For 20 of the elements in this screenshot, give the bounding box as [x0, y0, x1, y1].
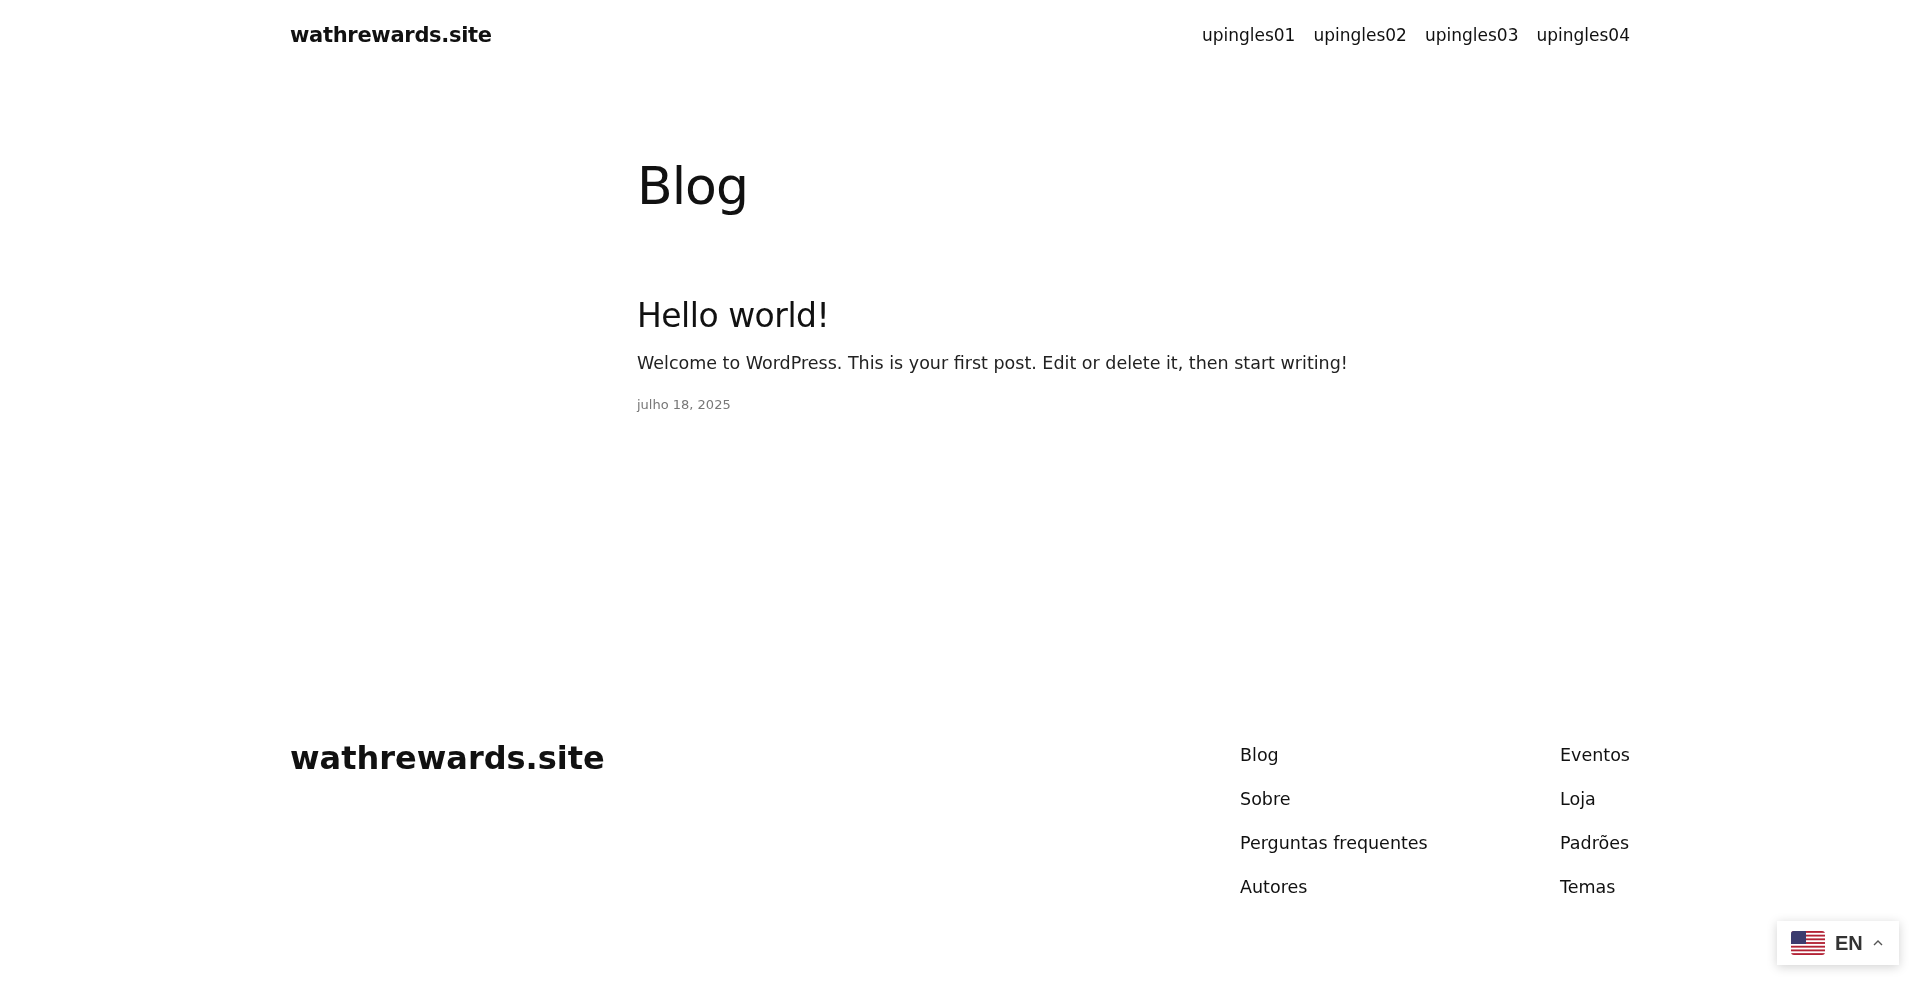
page-title: Blog	[637, 156, 749, 216]
nav-link[interactable]: upingles01	[1201, 25, 1296, 45]
footer-link[interactable]: Sobre	[1240, 787, 1451, 812]
us-flag-icon	[1791, 931, 1825, 955]
nav-link[interactable]: upingles02	[1313, 25, 1407, 45]
language-switcher[interactable]: EN	[1777, 921, 1899, 965]
site-title[interactable]: wathrewards.site	[290, 23, 492, 47]
footer-link[interactable]: Perguntas frequentes	[1240, 831, 1451, 856]
nav-link[interactable]: upingles04	[1536, 25, 1630, 45]
post-date: julho 18, 2025	[637, 397, 732, 412]
footer-link[interactable]: Temas	[1560, 875, 1630, 900]
footer-link[interactable]: Padrões	[1560, 831, 1630, 856]
footer-link[interactable]: Loja	[1560, 787, 1630, 812]
post-excerpt: Welcome to WordPress. This is your first post. Edit or delete it, then start writing!	[637, 353, 1349, 373]
nav-link[interactable]: upingles03	[1424, 25, 1519, 45]
footer-link[interactable]: Blog	[1240, 743, 1451, 768]
post-title[interactable]: Hello world!	[637, 296, 830, 335]
footer-link[interactable]: Autores	[1240, 875, 1451, 900]
footer-link[interactable]: Eventos	[1560, 743, 1630, 768]
footer-site-title[interactable]: wathrewards.site	[290, 739, 605, 777]
